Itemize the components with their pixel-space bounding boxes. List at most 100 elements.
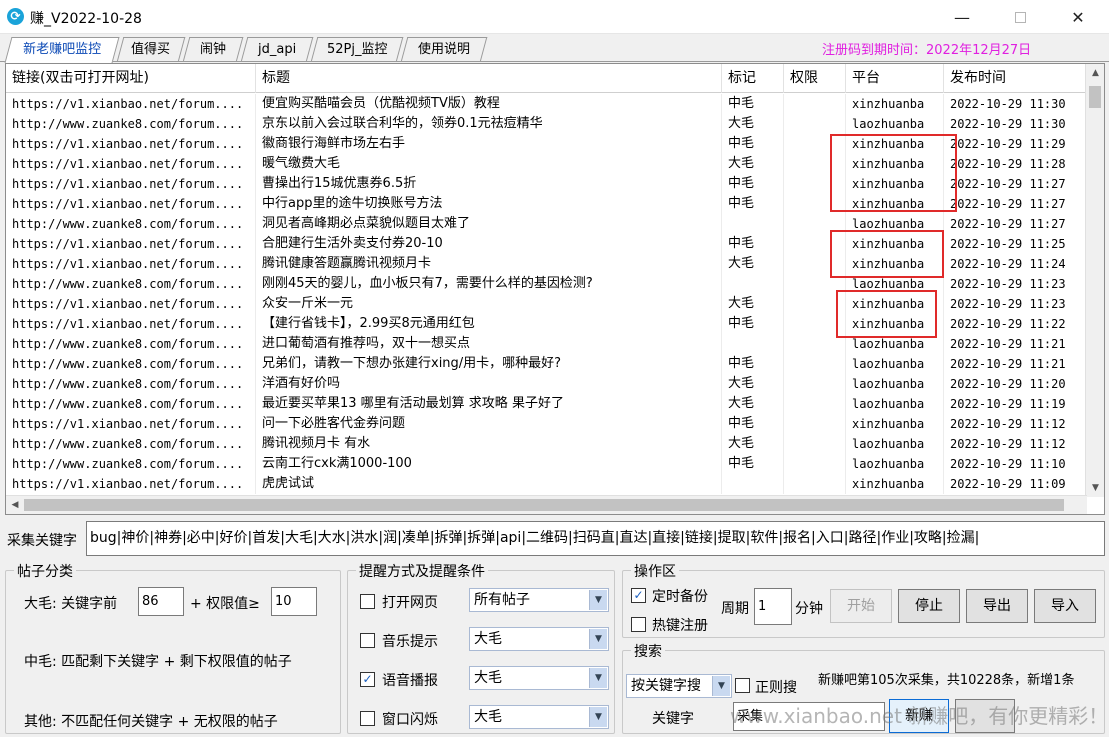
cell-link[interactable]: http://www.zuanke8.com/forum....: [6, 354, 256, 374]
start-button[interactable]: 开始: [830, 589, 892, 623]
tab-52pj-monitor[interactable]: 52Pj_监控: [310, 37, 404, 62]
open-webpage-checkbox[interactable]: [360, 594, 375, 609]
keywords-input[interactable]: bug|神价|神券|必中|好价|首发|大毛|大水|洪水|润|凑单|拆弹|拆弹|a…: [86, 521, 1105, 556]
cell-link[interactable]: https://v1.xianbao.net/forum....: [6, 194, 256, 214]
timed-backup-checkbox[interactable]: ✓: [631, 588, 646, 603]
column-header-publish-time[interactable]: 发布时间: [944, 64, 1086, 93]
operation-group: 操作区 ✓ 定时备份 热键注册 周期 1 分钟 开始 停止 导出 导入: [622, 561, 1105, 638]
column-header-platform[interactable]: 平台: [846, 64, 944, 93]
window-flash-label: 窗口闪烁: [382, 712, 438, 728]
cell-link[interactable]: https://v1.xianbao.net/forum....: [6, 94, 256, 114]
cell-link[interactable]: http://www.zuanke8.com/forum....: [6, 434, 256, 454]
big-rule-label: 大毛: 关键字前: [24, 596, 118, 612]
cell-mark: 大毛: [722, 254, 784, 274]
cell-publish-time: 2022-10-29 11:22: [944, 314, 1086, 334]
music-alert-select[interactable]: 大毛 ▼: [469, 627, 609, 651]
cell-publish-time: 2022-10-29 11:21: [944, 354, 1086, 374]
table-row[interactable]: https://v1.xianbao.net/forum.... 问一下必胜客代金…: [6, 414, 1086, 434]
tab-label: 52Pj_监控: [326, 42, 388, 57]
watermark-text: www.xianbao.net 新赚吧，有你更精彩！: [730, 704, 1109, 728]
keyword-count-input[interactable]: 86: [138, 587, 184, 616]
cell-permission: [784, 94, 846, 114]
cell-link[interactable]: http://www.zuanke8.com/forum....: [6, 274, 256, 294]
import-button[interactable]: 导入: [1034, 589, 1096, 623]
table-row[interactable]: https://v1.xianbao.net/forum.... 虎虎试试 xinz…: [6, 474, 1086, 494]
cell-link[interactable]: https://v1.xianbao.net/forum....: [6, 314, 256, 334]
window-flash-checkbox[interactable]: [360, 711, 375, 726]
chevron-down-icon[interactable]: ▼: [589, 668, 607, 688]
cell-link[interactable]: https://v1.xianbao.net/forum....: [6, 474, 256, 494]
table-row[interactable]: http://www.zuanke8.com/forum.... 云南工行cxk满…: [6, 454, 1086, 474]
posts-table[interactable]: 链接(双击可打开网址) 标题 标记 权限 平台 发布时间 https://v1.…: [5, 63, 1105, 515]
column-header-link[interactable]: 链接(双击可打开网址): [6, 64, 256, 93]
search-mode-select[interactable]: 按关键字搜 ▼: [626, 674, 732, 698]
minimize-button[interactable]: —: [932, 0, 992, 34]
tab-label: jd_api: [257, 42, 297, 57]
horizontal-scroll-thumb[interactable]: [24, 499, 1064, 511]
cell-publish-time: 2022-10-29 11:09: [944, 474, 1086, 494]
cell-link[interactable]: http://www.zuanke8.com/forum....: [6, 394, 256, 414]
hotkey-register-checkbox[interactable]: [631, 617, 646, 632]
chevron-down-icon[interactable]: ▼: [589, 590, 607, 610]
tab-new-old-zuanba-monitor[interactable]: 新老赚吧监控: [4, 37, 120, 63]
cell-link[interactable]: https://v1.xianbao.net/forum....: [6, 414, 256, 434]
cell-publish-time: 2022-10-29 11:27: [944, 194, 1086, 214]
tab-label: 使用说明: [417, 42, 470, 57]
cell-publish-time: 2022-10-29 11:10: [944, 454, 1086, 474]
cell-publish-time: 2022-10-29 11:20: [944, 374, 1086, 394]
chevron-down-icon[interactable]: ▼: [712, 676, 730, 696]
stop-button[interactable]: 停止: [898, 589, 960, 623]
vertical-scroll-thumb[interactable]: [1089, 86, 1101, 108]
maximize-button[interactable]: [990, 0, 1050, 34]
cell-link[interactable]: http://www.zuanke8.com/forum....: [6, 114, 256, 134]
music-alert-label: 音乐提示: [382, 634, 438, 650]
permission-threshold-input[interactable]: 10: [271, 587, 317, 616]
cell-mark: 大毛: [722, 114, 784, 134]
regex-search-checkbox[interactable]: [735, 678, 750, 693]
cell-link[interactable]: http://www.zuanke8.com/forum....: [6, 374, 256, 394]
tab-zhidemai[interactable]: 值得买: [116, 37, 186, 62]
column-header-mark[interactable]: 标记: [722, 64, 784, 93]
voice-broadcast-select[interactable]: 大毛 ▼: [469, 666, 609, 690]
scroll-down-icon[interactable]: ▼: [1086, 479, 1104, 497]
voice-broadcast-checkbox[interactable]: ✓: [360, 672, 375, 687]
table-row[interactable]: http://www.zuanke8.com/forum.... 兄弟们，请教一下…: [6, 354, 1086, 374]
column-header-permission[interactable]: 权限: [784, 64, 846, 93]
cell-link[interactable]: https://v1.xianbao.net/forum....: [6, 254, 256, 274]
cell-permission: [784, 454, 846, 474]
table-row[interactable]: http://www.zuanke8.com/forum.... 京东以前入会过联…: [6, 114, 1086, 134]
scroll-left-icon[interactable]: ◀: [6, 496, 24, 514]
cell-link[interactable]: http://www.zuanke8.com/forum....: [6, 334, 256, 354]
cell-link[interactable]: http://www.zuanke8.com/forum....: [6, 214, 256, 234]
period-input[interactable]: 1: [754, 588, 792, 625]
cell-link[interactable]: https://v1.xianbao.net/forum....: [6, 154, 256, 174]
highlight-box: [830, 230, 944, 278]
tab-jd-api[interactable]: jd_api: [240, 37, 314, 62]
chevron-down-icon[interactable]: ▼: [589, 707, 607, 727]
export-button[interactable]: 导出: [966, 589, 1028, 623]
select-value: 按关键字搜: [631, 678, 701, 694]
table-row[interactable]: https://v1.xianbao.net/forum.... 便宜购买酷喵会员…: [6, 94, 1086, 114]
cell-link[interactable]: https://v1.xianbao.net/forum....: [6, 174, 256, 194]
chevron-down-icon[interactable]: ▼: [589, 629, 607, 649]
cell-title: 中行app里的途牛切换账号方法: [256, 194, 722, 214]
table-row[interactable]: http://www.zuanke8.com/forum.... 最近要买苹果13…: [6, 394, 1086, 414]
tab-alarm[interactable]: 闹钟: [182, 37, 244, 62]
close-button[interactable]: ✕: [1048, 0, 1108, 34]
cell-mark: [722, 334, 784, 354]
horizontal-scrollbar[interactable]: ◀: [6, 495, 1087, 514]
cell-link[interactable]: https://v1.xianbao.net/forum....: [6, 294, 256, 314]
cell-link[interactable]: https://v1.xianbao.net/forum....: [6, 134, 256, 154]
open-webpage-select[interactable]: 所有帖子 ▼: [469, 588, 609, 612]
tab-usage-guide[interactable]: 使用说明: [400, 37, 488, 62]
cell-link[interactable]: http://www.zuanke8.com/forum....: [6, 454, 256, 474]
cell-platform: laozhuanba: [846, 394, 944, 414]
scroll-up-icon[interactable]: ▲: [1086, 64, 1104, 82]
column-header-title[interactable]: 标题: [256, 64, 722, 93]
window-flash-select[interactable]: 大毛 ▼: [469, 705, 609, 729]
cell-link[interactable]: https://v1.xianbao.net/forum....: [6, 234, 256, 254]
music-alert-checkbox[interactable]: [360, 633, 375, 648]
table-row[interactable]: http://www.zuanke8.com/forum.... 腾讯视频月卡 有…: [6, 434, 1086, 454]
table-row[interactable]: http://www.zuanke8.com/forum.... 洋酒有好价吗 大毛…: [6, 374, 1086, 394]
vertical-scrollbar[interactable]: ▲ ▼: [1085, 64, 1104, 497]
